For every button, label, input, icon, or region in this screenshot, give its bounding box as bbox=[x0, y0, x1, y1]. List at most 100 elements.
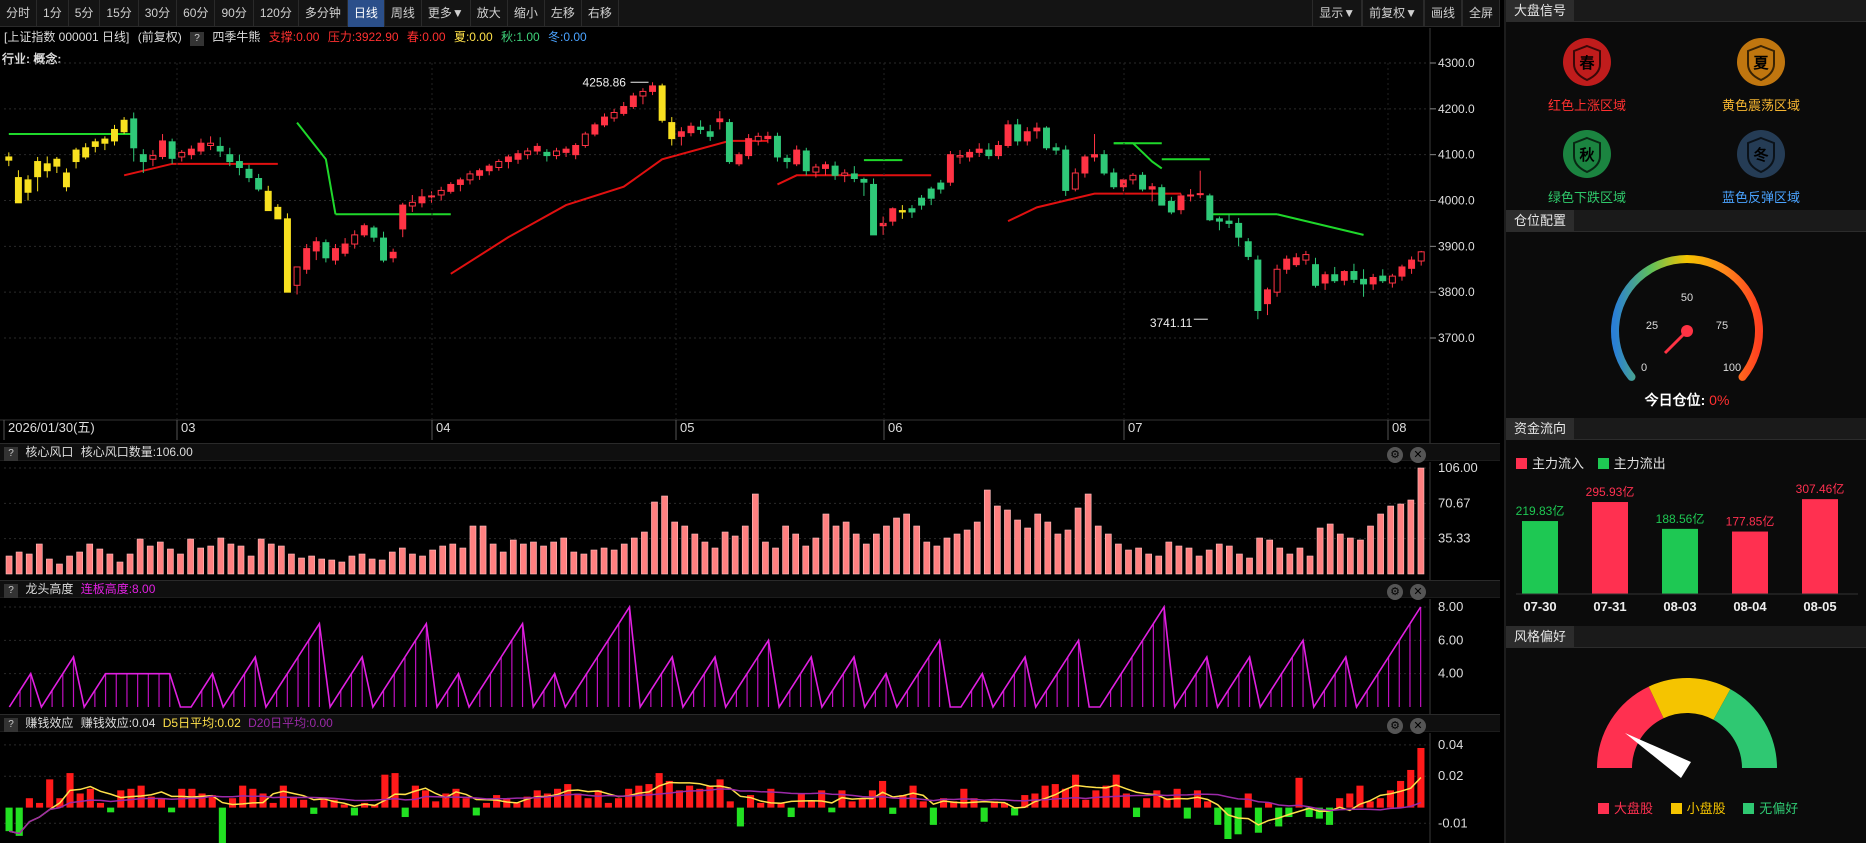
fund-flow-date: 07-31 bbox=[1593, 599, 1626, 614]
period-button[interactable]: 1分 bbox=[37, 0, 69, 27]
help-icon[interactable]: ? bbox=[4, 584, 18, 598]
period-button[interactable]: 缩小 bbox=[508, 0, 545, 27]
candle-body bbox=[380, 237, 387, 261]
candle-body bbox=[1119, 179, 1127, 188]
candle-body bbox=[562, 148, 570, 153]
candle-body bbox=[466, 173, 474, 181]
period-button[interactable]: 分时 bbox=[0, 0, 38, 27]
candle-body bbox=[293, 266, 301, 286]
profit-effect-bar bbox=[218, 807, 226, 843]
core-wind-bar bbox=[862, 543, 870, 575]
period-button[interactable]: 周线 bbox=[385, 0, 422, 27]
style-header: 风格偏好 bbox=[1506, 626, 1866, 648]
period-button[interactable]: 60分 bbox=[177, 0, 216, 27]
core-wind-bar bbox=[641, 531, 648, 575]
core-wind-bar bbox=[630, 537, 638, 575]
profit-effect-bar bbox=[1397, 780, 1405, 808]
period-button[interactable]: 120分 bbox=[254, 0, 299, 27]
fund-flow-value: 188.56亿 bbox=[1656, 511, 1705, 526]
candlestick-chart[interactable]: 4300.0 4200.0 4100.0 4000.0 3900.0 3800.0 3700… bbox=[0, 28, 1500, 448]
close-icon[interactable]: ✕ bbox=[1410, 718, 1426, 734]
badge-label: 红色上涨区域 bbox=[1547, 98, 1626, 113]
y-tick-label: 6.00 bbox=[1438, 632, 1463, 647]
core-wind-bar bbox=[1064, 529, 1072, 575]
candle-body bbox=[601, 116, 608, 126]
core-wind-chart[interactable]: 106.00 70.67 35.33 bbox=[0, 462, 1500, 580]
candle-body bbox=[274, 206, 282, 220]
core-wind-bar bbox=[509, 539, 517, 575]
period-button[interactable]: 左移 bbox=[545, 0, 582, 27]
core-wind-bar bbox=[731, 535, 739, 575]
period-button[interactable]: 右移 bbox=[582, 0, 619, 27]
candle-body bbox=[1129, 174, 1137, 181]
gear-icon[interactable]: ⚙ bbox=[1387, 447, 1403, 463]
core-wind-bar bbox=[913, 525, 921, 575]
period-button[interactable]: 30分 bbox=[139, 0, 178, 27]
candle-body bbox=[745, 138, 753, 157]
profit-effect-bar bbox=[340, 804, 348, 808]
candle-body bbox=[1321, 274, 1329, 284]
candle-body bbox=[14, 177, 22, 204]
profit-effect-bar bbox=[432, 801, 440, 808]
core-wind-bar bbox=[792, 533, 800, 575]
profit-effect-bar bbox=[1234, 807, 1242, 835]
profit-effect-bar bbox=[421, 790, 430, 808]
period-button[interactable]: 15分 bbox=[100, 0, 139, 27]
leader-height-chart[interactable]: 8.00 6.00 4.00 bbox=[0, 599, 1500, 714]
core-wind-bar bbox=[388, 551, 396, 575]
candle-body bbox=[437, 189, 445, 196]
core-wind-panel-header: ? 核心风口 核心风口数量:106.00 ⚙ ✕ bbox=[0, 443, 1500, 463]
candle-body bbox=[91, 141, 99, 147]
core-wind-bar bbox=[429, 549, 436, 575]
core-wind-bar bbox=[338, 561, 346, 575]
candle-body bbox=[812, 166, 820, 173]
close-icon[interactable]: ✕ bbox=[1410, 447, 1426, 463]
period-button[interactable]: 5分 bbox=[69, 0, 101, 27]
core-wind-bar bbox=[661, 495, 668, 575]
core-wind-bar bbox=[257, 538, 265, 575]
candle-body bbox=[72, 149, 80, 163]
period-button[interactable]: 多分钟 bbox=[299, 0, 348, 27]
toolbar-option-button[interactable]: 画线 bbox=[1423, 0, 1462, 27]
core-wind-bar bbox=[651, 501, 658, 575]
toolbar-option-button[interactable]: 前复权▼ bbox=[1362, 0, 1424, 27]
gear-icon[interactable]: ⚙ bbox=[1387, 584, 1403, 600]
candle-body bbox=[1331, 274, 1339, 282]
toolbar-option-button[interactable]: 显示▼ bbox=[1312, 0, 1363, 27]
candle-body bbox=[456, 179, 464, 185]
fund-flow-date: 07-30 bbox=[1523, 599, 1556, 614]
help-icon[interactable]: ? bbox=[4, 718, 18, 732]
core-wind-bar bbox=[1094, 525, 1102, 575]
position-readout: 今日仓位: 0% bbox=[1506, 390, 1866, 410]
candle-body bbox=[1100, 154, 1108, 174]
profit-effect-chart[interactable]: 0.04 0.02 -0.01 bbox=[0, 733, 1500, 843]
candle-body bbox=[1225, 220, 1233, 224]
help-icon[interactable]: ? bbox=[4, 447, 18, 461]
profit-effect-bar bbox=[1254, 807, 1262, 833]
core-wind-bar bbox=[1347, 537, 1354, 575]
toolbar-option-button[interactable]: 全屏 bbox=[1461, 0, 1500, 27]
large-cap-label: 大盘股 bbox=[1614, 801, 1654, 816]
candle-body bbox=[1369, 277, 1377, 285]
profit-effect-bar bbox=[35, 802, 44, 808]
profit-effect-bar bbox=[665, 780, 673, 808]
period-button[interactable]: 90分 bbox=[215, 0, 254, 27]
close-icon[interactable]: ✕ bbox=[1410, 584, 1426, 600]
core-wind-bar bbox=[741, 525, 749, 575]
gear-icon[interactable]: ⚙ bbox=[1387, 718, 1403, 734]
y-tick-label: 4200.0 bbox=[1438, 102, 1475, 116]
profit-effect-bar bbox=[787, 807, 795, 818]
profit-effect-bar bbox=[117, 790, 125, 808]
period-button[interactable]: 放大 bbox=[471, 0, 508, 27]
period-button[interactable]: 日线 bbox=[347, 0, 385, 27]
fund-flow-bar bbox=[1522, 521, 1558, 594]
core-wind-bar bbox=[177, 553, 184, 575]
chart-area: 分时 1分 5分 15分 30分 60分 90分 120分 多分钟 日线 周线 更多▼ 放大 缩小 左移 右移… bbox=[0, 0, 1500, 843]
badge-label: 绿色下跌区域 bbox=[1547, 190, 1626, 205]
fund-flow-bar bbox=[1732, 531, 1768, 594]
candle-body bbox=[1292, 257, 1300, 266]
period-button[interactable]: 更多▼ bbox=[422, 0, 471, 27]
candle-body bbox=[1244, 241, 1252, 257]
core-wind-bar bbox=[1054, 533, 1062, 575]
